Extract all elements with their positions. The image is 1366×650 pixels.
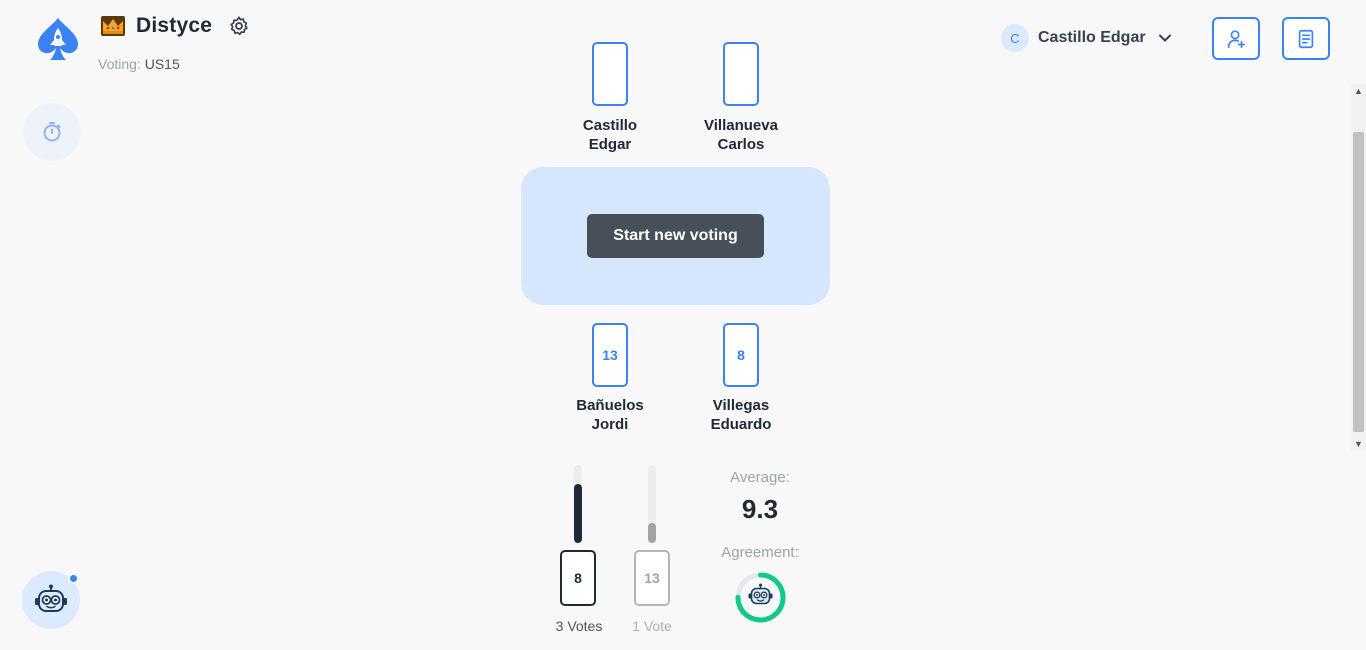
stopwatch-icon xyxy=(43,122,61,142)
chevron-down-icon xyxy=(1158,34,1171,42)
spade-rocket-logo-icon xyxy=(38,18,78,60)
scroll-up-arrow-icon[interactable]: ▲ xyxy=(1354,86,1363,96)
add-user-icon xyxy=(1227,29,1246,48)
player-second-line: Jordi xyxy=(591,416,629,433)
average-value: 9.3 xyxy=(741,494,779,524)
player-second-line: Carlos xyxy=(717,136,765,153)
average-label: Average: xyxy=(730,469,790,486)
user-name: Castillo Edgar xyxy=(1038,29,1146,46)
vote-count: 3 Votes xyxy=(555,618,603,634)
vote-bar-track xyxy=(648,465,656,543)
avatar: C xyxy=(1001,24,1029,52)
player-card xyxy=(723,42,759,106)
player-name: Villegas Eduardo xyxy=(681,396,801,434)
vote-count: 1 Vote xyxy=(632,618,672,634)
result-card: 13 xyxy=(634,550,670,606)
timer-button[interactable] xyxy=(23,103,81,161)
player-card: 8 xyxy=(723,323,759,387)
invite-user-button[interactable] xyxy=(1212,17,1260,60)
player-second-line: Edgar xyxy=(588,136,632,153)
player-name: Castillo Edgar xyxy=(550,116,670,154)
agreement-ring xyxy=(735,572,786,623)
scroll-down-arrow-icon[interactable]: ▼ xyxy=(1354,439,1363,449)
vote-bar-track xyxy=(574,465,582,543)
player-name: Villanueva Carlos xyxy=(681,116,801,154)
poker-table: Start new voting xyxy=(521,167,830,305)
player-card: 13 xyxy=(592,323,628,387)
voting-label: Voting: xyxy=(98,56,141,72)
app-logo[interactable] xyxy=(34,16,82,62)
voting-value: US15 xyxy=(144,56,180,72)
robot-icon xyxy=(35,584,67,612)
user-menu[interactable]: C Castillo Edgar xyxy=(1001,24,1172,52)
agreement-label: Agreement: xyxy=(721,544,799,561)
scroll-thumb[interactable] xyxy=(1353,132,1364,432)
crown-icon xyxy=(101,16,125,36)
player-first-line: Castillo xyxy=(582,117,638,134)
player-card xyxy=(592,42,628,106)
player-first-line: Villegas xyxy=(712,397,770,414)
vote-bar-fill xyxy=(648,523,656,543)
robot-icon xyxy=(748,583,773,605)
gear-icon[interactable] xyxy=(228,15,250,37)
document-icon xyxy=(1298,29,1314,48)
result-card: 8 xyxy=(560,550,596,606)
notes-button[interactable] xyxy=(1282,17,1330,60)
player-first-line: Bañuelos xyxy=(576,397,644,414)
scrollbar[interactable]: ▲ ▼ xyxy=(1351,84,1366,450)
player-second-line: Eduardo xyxy=(710,416,772,433)
vote-bar-fill xyxy=(574,484,582,543)
app-title: Distyce xyxy=(136,14,213,37)
start-new-voting-button[interactable]: Start new voting xyxy=(587,214,764,258)
player-name: Bañuelos Jordi xyxy=(550,396,670,434)
player-first-line: Villanueva xyxy=(704,117,778,134)
voting-info: Voting: US15 xyxy=(98,56,180,72)
notification-dot xyxy=(68,573,79,584)
